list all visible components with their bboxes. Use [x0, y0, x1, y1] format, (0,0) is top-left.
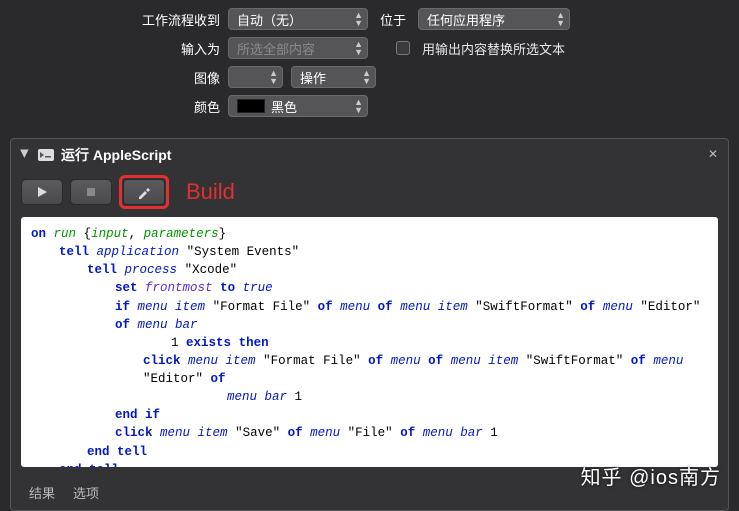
workflow-select[interactable]: 自动（无） ▲▼	[228, 8, 368, 30]
chevron-updown-icon: ▲▼	[269, 69, 278, 85]
chevron-updown-icon: ▲▼	[354, 40, 363, 56]
color-swatch-icon	[237, 99, 265, 113]
located-label: 位于	[380, 10, 406, 29]
input-label: 输入为	[30, 39, 220, 58]
chevron-updown-icon: ▲▼	[354, 11, 363, 27]
color-select[interactable]: 黑色 ▲▼	[228, 95, 368, 117]
script-toolbar: Build	[11, 171, 728, 217]
close-icon[interactable]: ✕	[708, 147, 718, 161]
color-label: 颜色	[30, 97, 220, 116]
located-select[interactable]: 任何应用程序 ▲▼	[418, 8, 570, 30]
chevron-updown-icon: ▲▼	[354, 98, 363, 114]
image-label: 图像	[30, 68, 220, 87]
applescript-app-icon	[37, 146, 55, 164]
chevron-updown-icon: ▲▼	[362, 69, 371, 85]
footer-results-tab[interactable]: 结果	[29, 483, 55, 502]
color-value: 黑色	[271, 97, 297, 116]
settings-form: 工作流程收到 自动（无） ▲▼ 位于 任何应用程序 ▲▼ 输入为 所选全部内容 …	[0, 0, 739, 138]
image-op-value: 操作	[300, 68, 326, 87]
panel-title: 运行 AppleScript	[61, 145, 171, 165]
panel-header: ▶ 运行 AppleScript ✕	[11, 139, 728, 171]
workflow-label: 工作流程收到	[30, 10, 220, 29]
applescript-panel: ▶ 运行 AppleScript ✕ Build on run {input, …	[10, 138, 729, 511]
script-editor[interactable]: on run {input, parameters} tell applicat…	[21, 217, 718, 467]
input-select[interactable]: 所选全部内容 ▲▼	[228, 37, 368, 59]
panel-footer: 结果 选项	[11, 475, 728, 510]
image-op-select[interactable]: 操作 ▲▼	[291, 66, 376, 88]
build-annotation: Build	[186, 179, 235, 205]
replace-label: 用输出内容替换所选文本	[422, 39, 565, 58]
footer-options-tab[interactable]: 选项	[73, 483, 99, 502]
stop-button[interactable]	[70, 179, 112, 205]
image-ctrl-select[interactable]: ▲▼	[228, 66, 283, 88]
build-button[interactable]	[123, 179, 165, 205]
run-button[interactable]	[21, 179, 63, 205]
chevron-updown-icon: ▲▼	[556, 11, 565, 27]
workflow-value: 自动（无）	[237, 10, 302, 29]
disclosure-triangle-icon[interactable]: ▶	[19, 149, 32, 161]
input-value: 所选全部内容	[237, 39, 315, 58]
replace-checkbox[interactable]	[396, 41, 410, 55]
located-value: 任何应用程序	[427, 10, 505, 29]
build-highlight	[119, 175, 169, 209]
